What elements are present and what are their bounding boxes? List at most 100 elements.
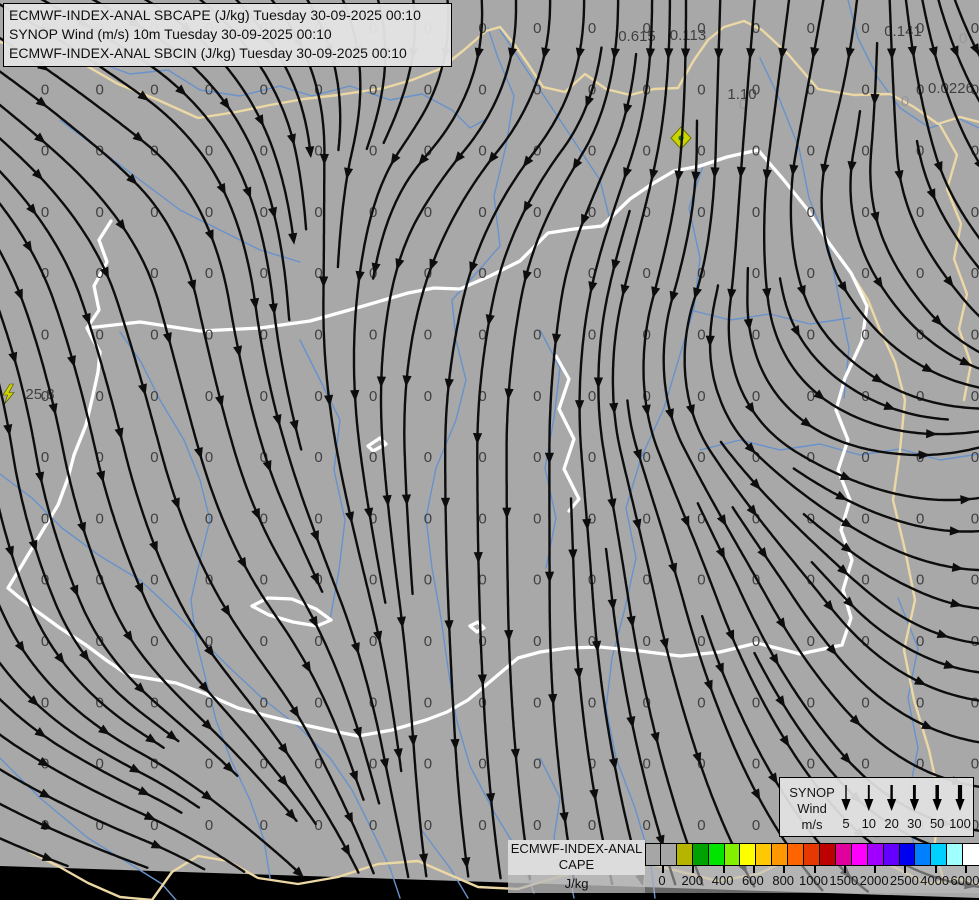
- weather-map-canvas: 0000000000000000000000000000000000000000…: [0, 0, 979, 900]
- svg-text:0: 0: [96, 204, 104, 221]
- svg-text:5: 5: [842, 816, 849, 831]
- svg-text:0: 0: [314, 449, 322, 466]
- cape-colorbar-legend: ECMWF-INDEX-ANAL CAPE J/kg 0 200 400 600 800…: [508, 840, 979, 896]
- svg-text:0: 0: [96, 388, 104, 405]
- svg-text:0: 0: [424, 449, 432, 466]
- svg-text:0: 0: [959, 30, 967, 47]
- svg-text:0: 0: [478, 756, 486, 773]
- svg-text:0: 0: [260, 143, 268, 160]
- svg-text:0: 0: [697, 633, 705, 650]
- svg-text:0: 0: [205, 449, 213, 466]
- svg-text:0: 0: [916, 388, 924, 405]
- svg-text:0: 0: [697, 572, 705, 589]
- svg-text:0: 0: [697, 817, 705, 834]
- svg-text:0: 0: [697, 327, 705, 344]
- svg-text:0: 0: [971, 20, 979, 37]
- svg-text:0: 0: [697, 204, 705, 221]
- svg-text:0: 0: [807, 143, 815, 160]
- svg-text:0: 0: [150, 633, 158, 650]
- svg-text:0: 0: [96, 81, 104, 98]
- svg-text:0: 0: [588, 449, 596, 466]
- svg-text:0: 0: [643, 449, 651, 466]
- svg-text:0: 0: [41, 81, 49, 98]
- cape-tick-label: 1500: [829, 873, 859, 888]
- svg-text:0: 0: [314, 388, 322, 405]
- map-graphics: 0 0 0 0 0 0 0 0 0 00 0 0 0 0 0 0 0 0 0 0 0 0 0 0 0 0 00 0 0 0 0 0 0 0 0 0 0 0…: [0, 0, 979, 900]
- svg-text:0: 0: [260, 633, 268, 650]
- svg-text:0: 0: [643, 510, 651, 527]
- svg-text:0: 0: [971, 204, 979, 221]
- cape-colorbar: [645, 843, 979, 866]
- title-line-sbcin: ECMWF-INDEX-ANAL SBCIN (J/kg) Tuesday 30…: [9, 45, 407, 61]
- svg-text:0: 0: [533, 694, 541, 711]
- cape-tick: [722, 866, 725, 873]
- svg-text:0: 0: [916, 694, 924, 711]
- cape-tick-label: 0: [658, 873, 666, 888]
- svg-text:0: 0: [41, 204, 49, 221]
- svg-text:0: 0: [150, 388, 158, 405]
- svg-text:0: 0: [205, 510, 213, 527]
- cape-tick-label: 800: [772, 873, 795, 888]
- svg-text:0: 0: [533, 633, 541, 650]
- svg-text:0: 0: [533, 20, 541, 37]
- svg-text:0: 0: [260, 817, 268, 834]
- svg-text:0: 0: [643, 265, 651, 282]
- svg-text:0: 0: [150, 81, 158, 98]
- svg-text:0: 0: [588, 20, 596, 37]
- svg-text:0: 0: [533, 510, 541, 527]
- svg-text:0: 0: [533, 265, 541, 282]
- svg-text:0: 0: [533, 572, 541, 589]
- svg-text:0: 0: [260, 81, 268, 98]
- svg-text:0: 0: [971, 449, 979, 466]
- svg-text:0: 0: [807, 265, 815, 282]
- svg-text:0: 0: [205, 817, 213, 834]
- svg-text:0: 0: [697, 388, 705, 405]
- svg-text:0: 0: [41, 327, 49, 344]
- cape-tick-label: 200: [681, 873, 704, 888]
- svg-text:0: 0: [752, 388, 760, 405]
- svg-text:0: 0: [916, 572, 924, 589]
- svg-text:0: 0: [807, 20, 815, 37]
- svg-text:10: 10: [862, 816, 876, 831]
- svg-text:0: 0: [424, 388, 432, 405]
- svg-text:0: 0: [260, 572, 268, 589]
- svg-text:0: 0: [424, 633, 432, 650]
- svg-text:0: 0: [314, 327, 322, 344]
- svg-text:0: 0: [369, 388, 377, 405]
- svg-text:0: 0: [807, 633, 815, 650]
- svg-text:0: 0: [861, 756, 869, 773]
- svg-text:0: 0: [697, 449, 705, 466]
- svg-text:0: 0: [205, 265, 213, 282]
- svg-text:0: 0: [752, 694, 760, 711]
- svg-text:0: 0: [533, 756, 541, 773]
- svg-text:0: 0: [861, 20, 869, 37]
- cape-colorbar-ticks: 0 200 400 600 800 1000 1500 2000 2500 4000 6000: [645, 866, 979, 893]
- svg-text:0: 0: [588, 327, 596, 344]
- cape-tick-label: 400: [711, 873, 734, 888]
- cape-legend-line1: ECMWF-INDEX-ANAL: [510, 841, 643, 856]
- title-line-sbcape: ECMWF-INDEX-ANAL SBCAPE (J/kg) Tuesday 3…: [9, 7, 421, 23]
- svg-text:0: 0: [369, 449, 377, 466]
- svg-text:0: 0: [533, 449, 541, 466]
- svg-text:0: 0: [971, 756, 979, 773]
- svg-text:0: 0: [916, 265, 924, 282]
- svg-text:0: 0: [314, 817, 322, 834]
- svg-text:0: 0: [861, 510, 869, 527]
- svg-text:0: 0: [588, 388, 596, 405]
- cape-tick-label: 1000: [799, 873, 828, 888]
- cape-tick: [934, 866, 937, 873]
- svg-text:0: 0: [588, 143, 596, 160]
- svg-text:0: 0: [478, 204, 486, 221]
- svg-text:0: 0: [260, 204, 268, 221]
- cape-legend-title: ECMWF-INDEX-ANAL CAPE: [508, 840, 645, 875]
- cape-tick: [783, 866, 786, 873]
- svg-text:0.0226: 0.0226: [928, 80, 974, 97]
- svg-text:0: 0: [96, 510, 104, 527]
- svg-text:0: 0: [643, 817, 651, 834]
- svg-text:0: 0: [807, 327, 815, 344]
- cape-tick-label: 2500: [889, 873, 919, 888]
- cape-tick: [874, 866, 877, 873]
- cape-tick: [813, 866, 816, 873]
- svg-text:0: 0: [369, 572, 377, 589]
- svg-text:0: 0: [861, 204, 869, 221]
